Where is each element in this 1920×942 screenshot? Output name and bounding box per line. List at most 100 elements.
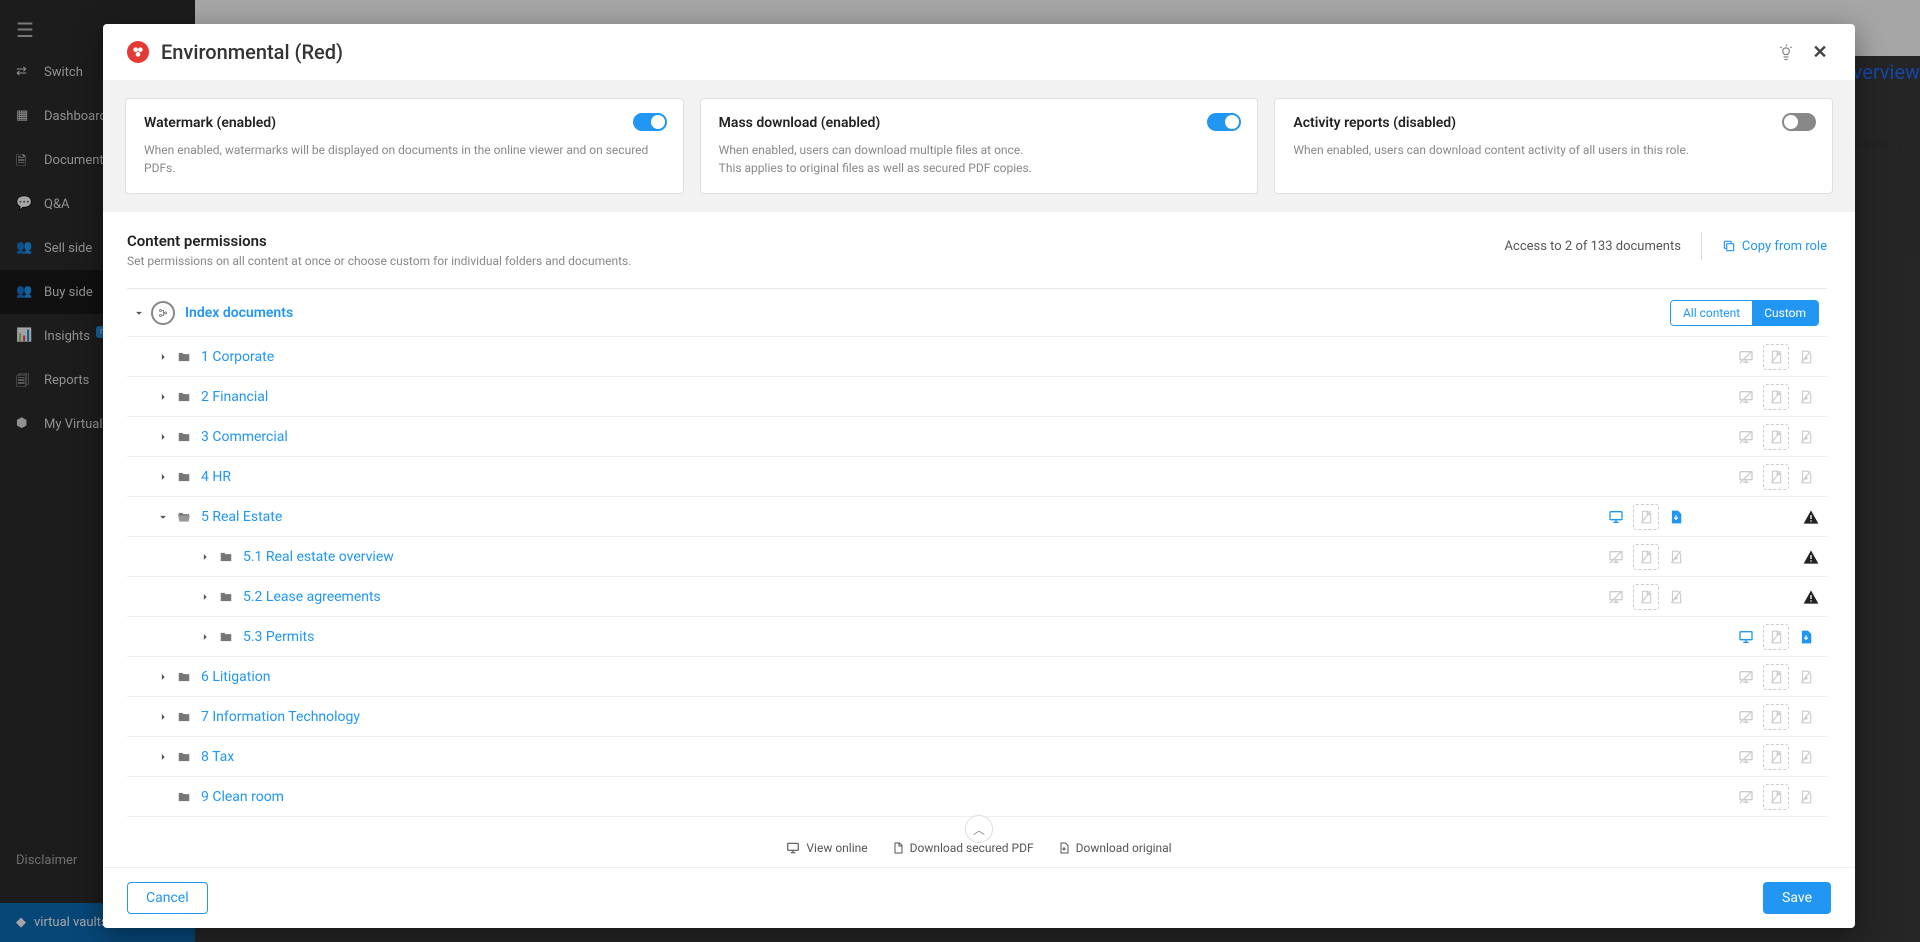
- expand-toggle[interactable]: [193, 585, 217, 609]
- folder-label[interactable]: 9 Clean room: [201, 789, 284, 805]
- perm-view-icon[interactable]: [1733, 424, 1759, 450]
- setting-card-2: Activity reports (disabled)When enabled,…: [1274, 98, 1833, 194]
- perm-download-icon[interactable]: [1793, 664, 1819, 690]
- modal-footer: Cancel Save: [103, 867, 1855, 928]
- perm-view-icon[interactable]: [1733, 784, 1759, 810]
- setting-toggle[interactable]: [1782, 113, 1816, 131]
- folder-row: 8 Tax: [127, 737, 1827, 777]
- perm-pdf-icon[interactable]: [1763, 664, 1789, 690]
- legend-original: Download original: [1058, 841, 1172, 855]
- save-button[interactable]: Save: [1763, 882, 1831, 914]
- setting-toggle[interactable]: [1207, 113, 1241, 131]
- perm-pdf-icon[interactable]: [1633, 504, 1659, 530]
- perm-download-icon[interactable]: [1663, 544, 1689, 570]
- role-color-icon: [127, 41, 149, 63]
- tree-root-label[interactable]: Index documents: [185, 305, 293, 321]
- perm-download-icon[interactable]: [1663, 504, 1689, 530]
- folder-row: 3 Commercial: [127, 417, 1827, 457]
- perm-pdf-icon[interactable]: [1633, 544, 1659, 570]
- folder-row: 1 Corporate: [127, 337, 1827, 377]
- perm-view-icon[interactable]: [1733, 344, 1759, 370]
- perm-pdf-icon[interactable]: [1763, 344, 1789, 370]
- seg-all-content[interactable]: All content: [1671, 301, 1752, 325]
- perm-view-icon[interactable]: [1603, 504, 1629, 530]
- folder-label[interactable]: 5.1 Real estate overview: [243, 549, 394, 565]
- legend-pdf: Download secured PDF: [892, 841, 1034, 855]
- folder-icon: [175, 470, 201, 484]
- perm-pdf-icon[interactable]: [1763, 464, 1789, 490]
- index-icon: [151, 301, 175, 325]
- access-count: Access to 2 of 133 documents: [1505, 239, 1681, 254]
- expand-toggle[interactable]: [151, 505, 175, 529]
- perm-pdf-icon[interactable]: [1763, 424, 1789, 450]
- expand-toggle[interactable]: [193, 625, 217, 649]
- perm-pdf-icon[interactable]: [1763, 624, 1789, 650]
- seg-custom[interactable]: Custom: [1752, 301, 1818, 325]
- expand-toggle[interactable]: [127, 301, 151, 325]
- folder-label[interactable]: 3 Commercial: [201, 429, 288, 445]
- perm-download-icon[interactable]: [1793, 464, 1819, 490]
- setting-card-1: Mass download (enabled)When enabled, use…: [700, 98, 1259, 194]
- perm-download-icon[interactable]: [1793, 624, 1819, 650]
- folder-label[interactable]: 1 Corporate: [201, 349, 274, 365]
- perm-view-icon[interactable]: [1733, 384, 1759, 410]
- expand-toggle[interactable]: [151, 465, 175, 489]
- setting-title: Mass download (enabled): [719, 115, 1240, 131]
- perm-download-icon[interactable]: [1793, 424, 1819, 450]
- perm-pdf-icon[interactable]: [1763, 784, 1789, 810]
- perm-download-icon[interactable]: [1663, 584, 1689, 610]
- modal-title: Environmental (Red): [161, 40, 1763, 64]
- perm-view-icon[interactable]: [1733, 624, 1759, 650]
- folder-icon: [217, 590, 243, 604]
- perm-view-icon[interactable]: [1603, 584, 1629, 610]
- folder-label[interactable]: 5.3 Permits: [243, 629, 314, 645]
- expand-toggle[interactable]: [193, 545, 217, 569]
- perm-view-icon[interactable]: [1733, 704, 1759, 730]
- folder-icon: [175, 670, 201, 684]
- folder-tree: Index documents All content Custom 1 Cor…: [127, 288, 1827, 817]
- setting-desc: When enabled, users can download content…: [1293, 141, 1814, 159]
- perm-pdf-icon[interactable]: [1763, 744, 1789, 770]
- folder-label[interactable]: 8 Tax: [201, 749, 234, 765]
- perm-download-icon[interactable]: [1793, 784, 1819, 810]
- perm-view-icon[interactable]: [1733, 464, 1759, 490]
- folder-icon: [175, 350, 201, 364]
- perm-view-icon[interactable]: [1733, 664, 1759, 690]
- tree-root-row: Index documents All content Custom: [127, 289, 1827, 337]
- copy-from-role-link[interactable]: Copy from role: [1722, 239, 1827, 254]
- warning-icon: [1803, 589, 1819, 605]
- divider: [1701, 232, 1702, 260]
- perm-pdf-icon[interactable]: [1763, 384, 1789, 410]
- expand-toggle[interactable]: [151, 385, 175, 409]
- folder-icon: [217, 630, 243, 644]
- folder-label[interactable]: 5.2 Lease agreements: [243, 589, 381, 605]
- expand-toggle[interactable]: [151, 745, 175, 769]
- collapse-legend-icon[interactable]: ︿: [965, 815, 993, 843]
- expand-toggle[interactable]: [151, 705, 175, 729]
- folder-label[interactable]: 5 Real Estate: [201, 509, 282, 525]
- perm-download-icon[interactable]: [1793, 704, 1819, 730]
- perm-view-icon[interactable]: [1603, 544, 1629, 570]
- content-scope-toggle[interactable]: All content Custom: [1670, 300, 1819, 326]
- folder-icon: [175, 430, 201, 444]
- perm-download-icon[interactable]: [1793, 744, 1819, 770]
- hint-icon[interactable]: [1775, 41, 1797, 63]
- folder-row: 5.1 Real estate overview: [127, 537, 1827, 577]
- folder-icon: [217, 550, 243, 564]
- expand-toggle[interactable]: [151, 345, 175, 369]
- perm-download-icon[interactable]: [1793, 344, 1819, 370]
- setting-toggle[interactable]: [633, 113, 667, 131]
- expand-toggle[interactable]: [151, 425, 175, 449]
- perm-pdf-icon[interactable]: [1633, 584, 1659, 610]
- folder-label[interactable]: 2 Financial: [201, 389, 268, 405]
- close-icon[interactable]: ✕: [1809, 41, 1831, 63]
- expand-toggle[interactable]: [151, 665, 175, 689]
- folder-label[interactable]: 7 Information Technology: [201, 709, 360, 725]
- folder-label[interactable]: 4 HR: [201, 469, 231, 485]
- perm-view-icon[interactable]: [1733, 744, 1759, 770]
- perm-download-icon[interactable]: [1793, 384, 1819, 410]
- folder-label[interactable]: 6 Litigation: [201, 669, 270, 685]
- cancel-button[interactable]: Cancel: [127, 882, 208, 914]
- folder-row: 5.2 Lease agreements: [127, 577, 1827, 617]
- perm-pdf-icon[interactable]: [1763, 704, 1789, 730]
